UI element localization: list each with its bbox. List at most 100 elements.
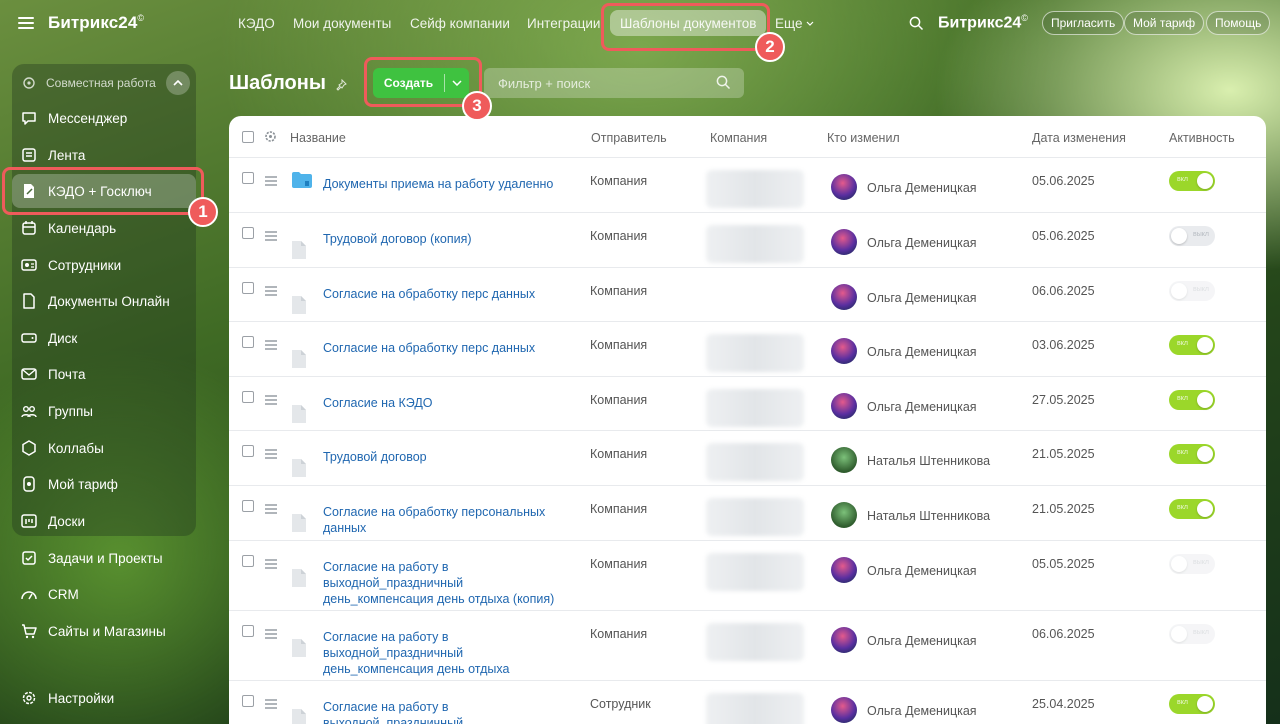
editor-name[interactable]: Ольга Деменицкая [867,181,977,195]
column-header-name[interactable]: Название [290,131,346,145]
drag-handle-icon[interactable] [265,231,277,241]
template-name-link[interactable]: Трудовой договор (копия) [323,231,563,247]
sidebar-item-groups[interactable]: Группы [12,394,196,428]
drag-handle-icon[interactable] [265,176,277,186]
row-checkbox[interactable] [242,695,254,707]
table-row[interactable]: Согласие на КЭДО Компания Ольга Деменицкая… [229,377,1266,431]
sidebar-item-messenger[interactable]: Мессенджер [12,101,196,135]
row-checkbox[interactable] [242,500,254,512]
select-all-checkbox[interactable] [242,131,254,143]
drag-handle-icon[interactable] [265,559,277,569]
drag-handle-icon[interactable] [265,449,277,459]
template-name-link[interactable]: Согласие на КЭДО [323,395,563,411]
more-menu[interactable]: Еще [775,10,814,36]
sidebar-item-collabs[interactable]: Коллабы [12,431,196,465]
column-header-date[interactable]: Дата изменения [1032,131,1126,145]
sidebar-item-kedo[interactable]: КЭДО + Госключ [12,174,196,208]
sidebar-item-shop[interactable]: Сайты и Магазины [12,614,196,648]
editor-name[interactable]: Ольга Деменицкая [867,236,977,250]
row-checkbox[interactable] [242,172,254,184]
avatar[interactable] [831,502,857,528]
column-header-editor[interactable]: Кто изменил [827,131,900,145]
column-header-company[interactable]: Компания [710,131,767,145]
avatar[interactable] [831,284,857,310]
editor-name[interactable]: Ольга Деменицкая [867,634,977,648]
sidebar-item-tariff[interactable]: Мой тариф [12,467,196,501]
editor-name[interactable]: Наталья Штенникова [867,509,990,523]
drag-handle-icon[interactable] [265,286,277,296]
sidebar-item-calendar[interactable]: Календарь [12,211,196,245]
activity-toggle[interactable]: выкл [1169,624,1215,644]
column-header-active[interactable]: Активность [1169,131,1235,145]
drag-handle-icon[interactable] [265,699,277,709]
activity-toggle[interactable]: вкл [1169,171,1215,191]
row-checkbox[interactable] [242,336,254,348]
tab-company-safe[interactable]: Сейф компании [410,10,510,36]
search-icon[interactable] [909,16,924,31]
sidebar-item-disk[interactable]: Диск [12,321,196,355]
template-name-link[interactable]: Согласие на обработку перс данных [323,340,563,356]
activity-toggle[interactable]: вкл [1169,444,1215,464]
tab-kedo[interactable]: КЭДО [238,10,275,36]
row-checkbox[interactable] [242,391,254,403]
filter-search-input[interactable] [484,68,744,98]
table-row[interactable]: Трудовой договор Компания Наталья Штеннико… [229,431,1266,486]
avatar[interactable] [831,229,857,255]
table-row[interactable]: Согласие на обработку перс данных Компани… [229,268,1266,322]
activity-toggle[interactable]: выкл [1169,554,1215,574]
avatar[interactable] [831,557,857,583]
sidebar-item-employees[interactable]: Сотрудники [12,248,196,282]
editor-name[interactable]: Наталья Штенникова [867,454,990,468]
sidebar-item-feed[interactable]: Лента [12,138,196,172]
activity-toggle[interactable]: вкл [1169,335,1215,355]
row-checkbox[interactable] [242,445,254,457]
header-logo[interactable]: Битрикс24© [938,13,1028,32]
app-logo[interactable]: Битрикс24© [48,13,144,33]
activity-toggle[interactable]: вкл [1169,390,1215,410]
template-name-link[interactable]: Согласие на обработку перс данных [323,286,563,302]
pin-icon[interactable] [335,79,347,91]
gear-icon[interactable] [264,130,277,143]
avatar[interactable] [831,697,857,723]
sidebar-item-boards[interactable]: Доски [12,504,196,538]
create-dropdown-toggle[interactable] [445,80,469,86]
table-row[interactable]: Согласие на обработку перс данных Компани… [229,322,1266,377]
row-checkbox[interactable] [242,555,254,567]
table-row[interactable]: Трудовой договор (копия) Компания Ольга Де… [229,213,1266,268]
drag-handle-icon[interactable] [265,340,277,350]
avatar[interactable] [831,627,857,653]
avatar[interactable] [831,174,857,200]
editor-name[interactable]: Ольга Деменицкая [867,564,977,578]
my-tariff-button[interactable]: Мой тариф [1124,11,1205,35]
avatar[interactable] [831,393,857,419]
invite-button[interactable]: Пригласить [1042,11,1125,35]
tab-document-templates[interactable]: Шаблоны документов [610,10,767,36]
activity-toggle[interactable]: выкл [1169,226,1215,246]
help-button[interactable]: Помощь [1206,11,1271,35]
tab-integrations[interactable]: Интеграции [527,10,600,36]
template-name-link[interactable]: Согласие на работу в выходной_праздничны… [323,559,563,607]
table-row[interactable]: Согласие на работу в выходной_праздничны… [229,541,1266,611]
drag-handle-icon[interactable] [265,395,277,405]
tab-my-documents[interactable]: Мои документы [293,10,391,36]
search-icon[interactable] [716,75,731,90]
activity-toggle[interactable]: вкл [1169,694,1215,714]
avatar[interactable] [831,338,857,364]
sidebar-item-mail[interactable]: Почта [12,357,196,391]
table-row[interactable]: Согласие на обработку персональных данны… [229,486,1266,541]
row-checkbox[interactable] [242,282,254,294]
sidebar-item-settings[interactable]: Настройки [12,681,196,715]
template-name-link[interactable]: Документы приема на работу удаленно [323,176,563,192]
table-row[interactable]: Согласие на работу в выходной_праздничны… [229,681,1266,724]
column-header-sender[interactable]: Отправитель [591,131,667,145]
editor-name[interactable]: Ольга Деменицкая [867,704,977,718]
avatar[interactable] [831,447,857,473]
sidebar-group-header[interactable]: Совместная работа [12,66,196,100]
drag-handle-icon[interactable] [265,629,277,639]
template-name-link[interactable]: Согласие на обработку персональных данны… [323,504,563,536]
sidebar-item-docs-online[interactable]: Документы Онлайн [12,284,196,318]
template-name-link[interactable]: Согласие на работу в выходной_праздничны… [323,699,563,724]
activity-toggle[interactable]: вкл [1169,499,1215,519]
menu-icon[interactable] [18,17,34,29]
editor-name[interactable]: Ольга Деменицкая [867,291,977,305]
